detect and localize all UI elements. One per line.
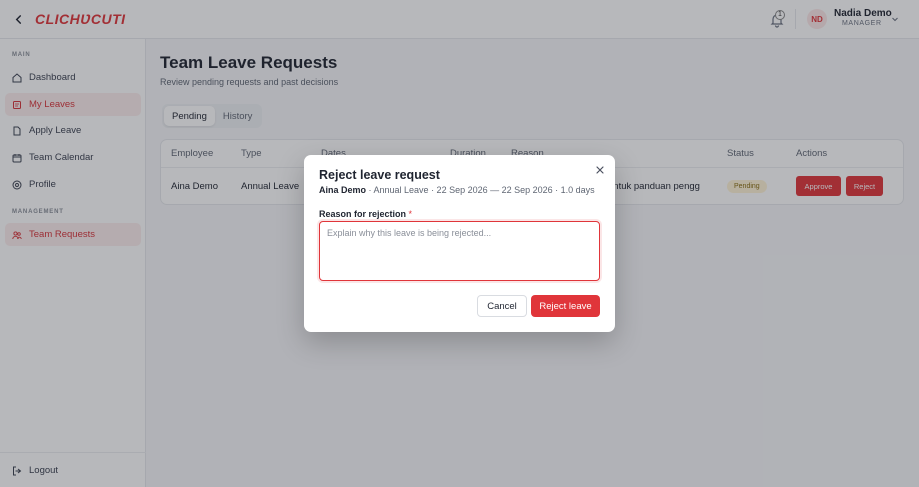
modal-meta: Aina Demo · Annual Leave · 22 Sep 2026 —… bbox=[319, 185, 595, 195]
modal-title: Reject leave request bbox=[319, 168, 440, 182]
reject-leave-button[interactable]: Reject leave bbox=[531, 295, 600, 317]
rejection-reason-input[interactable] bbox=[319, 221, 600, 281]
reason-label-text: Reason for rejection bbox=[319, 209, 407, 219]
cancel-button[interactable]: Cancel bbox=[477, 295, 527, 317]
modal-leave-details: · Annual Leave · 22 Sep 2026 — 22 Sep 20… bbox=[366, 185, 595, 195]
required-mark: * bbox=[408, 209, 413, 219]
modal-employee: Aina Demo bbox=[319, 185, 367, 195]
reason-label: Reason for rejection * bbox=[319, 209, 412, 219]
close-button[interactable] bbox=[595, 165, 605, 175]
reject-leave-modal: Reject leave request Aina Demo · Annual … bbox=[304, 155, 615, 332]
close-icon bbox=[596, 166, 604, 174]
